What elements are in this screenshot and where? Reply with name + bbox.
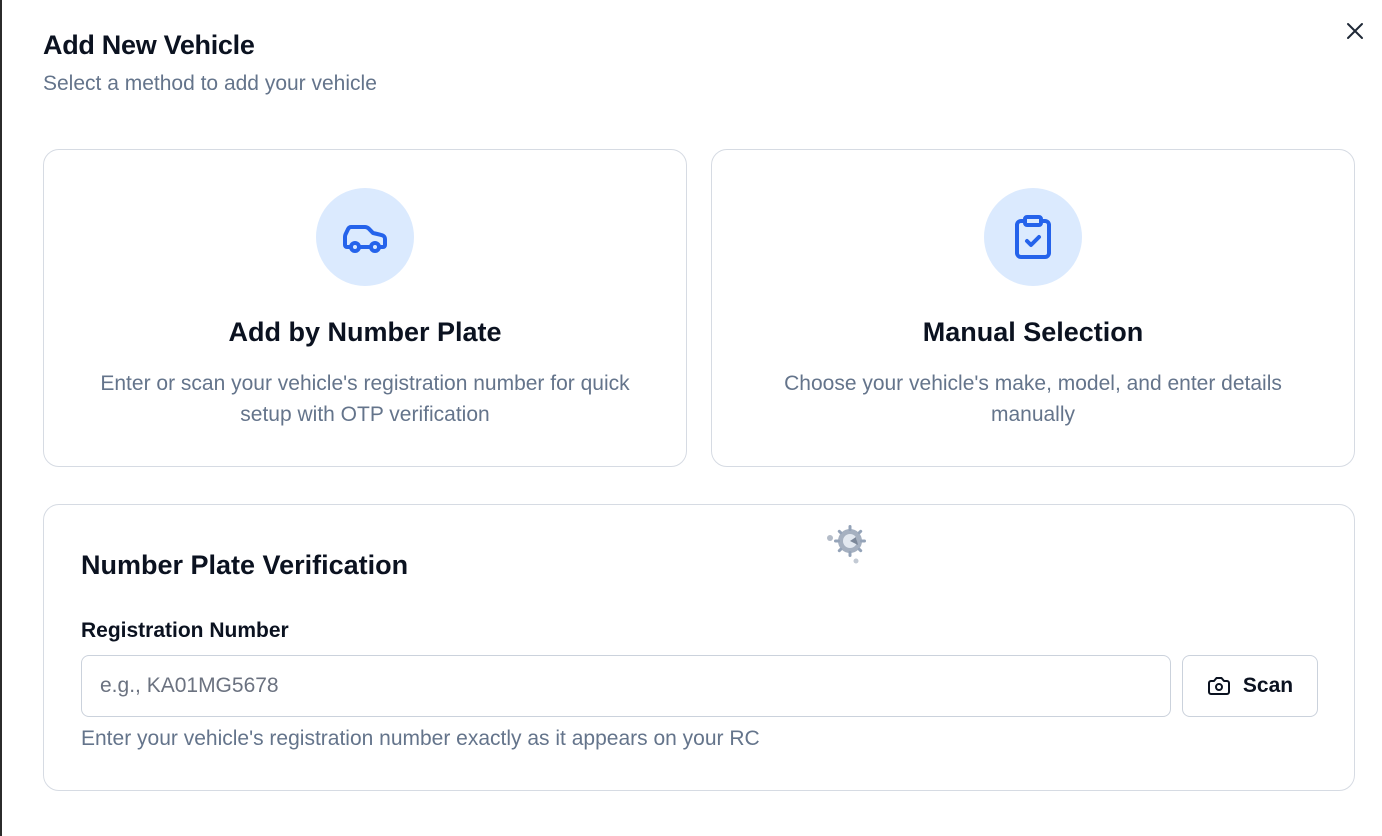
add-by-number-plate-card[interactable]: Add by Number Plate Enter or scan your v… [43, 149, 687, 467]
camera-icon [1207, 677, 1230, 695]
registration-number-input[interactable] [81, 655, 1171, 717]
manual-selection-card[interactable]: Manual Selection Choose your vehicle's m… [711, 149, 1355, 467]
panel-title: Number Plate Verification [81, 550, 409, 580]
dialog-title: Add New Vehicle [43, 30, 255, 60]
number-plate-verification-panel: Number Plate Verification Registration N… [43, 504, 1355, 791]
helper-text: Enter your vehicle's registration number… [81, 727, 760, 750]
close-icon [1347, 23, 1363, 39]
car-icon [343, 225, 387, 253]
scan-button[interactable]: Scan [1182, 655, 1318, 717]
loading-spinner-icon [827, 525, 866, 564]
car-icon-circle [316, 188, 414, 286]
card-description: Enter or scan your vehicle's registratio… [100, 372, 630, 426]
card-title: Add by Number Plate [228, 317, 502, 347]
scan-button-label: Scan [1242, 674, 1294, 697]
card-description: Choose your vehicle's make, model, and e… [784, 372, 1282, 426]
card-title: Manual Selection [922, 317, 1144, 347]
clipboard-check-icon [1015, 215, 1051, 259]
clipboard-icon-circle [984, 188, 1082, 286]
add-vehicle-dialog: Add New Vehicle Select a method to add y… [0, 0, 1382, 836]
dialog-subtitle: Select a method to add your vehicle [43, 72, 377, 95]
close-button[interactable] [1342, 18, 1368, 44]
registration-number-label: Registration Number [81, 619, 289, 642]
